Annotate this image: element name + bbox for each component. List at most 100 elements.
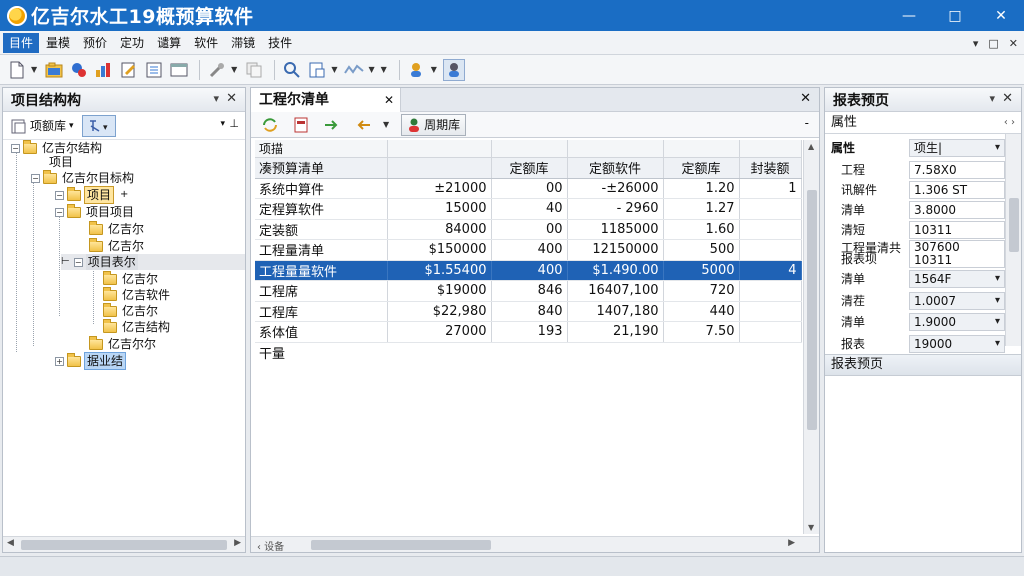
scroll-up-icon[interactable]: ▲: [808, 142, 814, 151]
property-value-field[interactable]: 7.58X0: [909, 161, 1005, 179]
menu-item-3[interactable]: 预价: [77, 33, 113, 53]
scrollbar-thumb[interactable]: [311, 540, 491, 550]
grid-vertical-scrollbar[interactable]: ▲ ▼: [803, 140, 819, 534]
menu-item-8[interactable]: 技件: [262, 33, 298, 53]
property-scrollbar[interactable]: [1005, 134, 1021, 346]
tree-node[interactable]: 亿吉尔: [89, 220, 146, 237]
tree-node[interactable]: 项目: [47, 154, 75, 170]
mdi-dropdown-button[interactable]: ▾: [973, 37, 979, 50]
scroll-left-icon[interactable]: ◀: [7, 538, 14, 548]
settings-person-icon[interactable]: [442, 58, 465, 81]
menu-item-7[interactable]: 滞镜: [225, 33, 261, 53]
property-value-field[interactable]: 3.8000: [909, 201, 1005, 219]
scrollbar-thumb[interactable]: [21, 540, 227, 550]
property-dropdown[interactable]: 19000: [909, 335, 1005, 353]
table-cell[interactable]: [663, 342, 739, 363]
tree-node[interactable]: 亿吉软件: [103, 286, 172, 303]
chart-icon[interactable]: [93, 59, 115, 81]
tree-node[interactable]: − 项目 +: [55, 186, 128, 204]
menu-item-6[interactable]: 软件: [188, 33, 224, 53]
expand-icon[interactable]: +: [55, 356, 64, 366]
table-cell[interactable]: 40: [491, 198, 568, 220]
table-cell[interactable]: 1.20: [663, 178, 740, 199]
close-button[interactable]: ✕: [978, 0, 1024, 31]
refresh-icon[interactable]: [259, 114, 281, 136]
scroll-left-label[interactable]: ‹ 设备: [257, 538, 284, 553]
table-cell[interactable]: 1185000: [567, 219, 664, 240]
tree-node[interactable]: − 项目项目: [55, 203, 136, 220]
arrow-right-icon[interactable]: [321, 114, 343, 136]
left-horizontal-scrollbar[interactable]: ◀ ▶: [3, 536, 245, 552]
table-cell[interactable]: [739, 301, 802, 322]
close-icon[interactable]: ✕: [800, 91, 811, 106]
collapse-icon[interactable]: −: [11, 143, 20, 153]
table-cell[interactable]: [739, 321, 802, 343]
tree-node-selected[interactable]: ⊢ − 项目表尔: [61, 254, 245, 270]
table-cell[interactable]: 1: [739, 178, 802, 199]
link-icon[interactable]: [68, 59, 90, 81]
new-dropdown-icon[interactable]: ▼: [31, 65, 37, 74]
window-icon[interactable]: [168, 59, 190, 81]
table-row[interactable]: 工程量清单 $150000 400 12150000 500: [255, 239, 802, 261]
tab-bill-list[interactable]: 工程尔清单 ✕: [251, 88, 401, 112]
property-value-field[interactable]: 10311: [909, 221, 1005, 239]
table-cell[interactable]: 193: [491, 321, 568, 343]
column-header[interactable]: 定额库: [663, 157, 740, 179]
property-dropdown[interactable]: 1.9000: [909, 313, 1005, 331]
table-row[interactable]: 系体值 27000 193 21,190 7.50: [255, 321, 802, 343]
property-value-field[interactable]: 307600 10311: [909, 240, 1005, 268]
property-dropdown[interactable]: 1.0007: [909, 292, 1005, 310]
arrow-dropdown-icon[interactable]: ▼: [383, 120, 389, 129]
pin-panel-icon[interactable]: ⊥: [229, 117, 239, 130]
table-cell[interactable]: $1.490.00: [567, 260, 664, 281]
collapse-icon[interactable]: −: [55, 190, 64, 200]
pin-icon[interactable]: ▾: [989, 92, 995, 105]
new-document-icon[interactable]: [6, 59, 28, 81]
user-dropdown-icon[interactable]: ▼: [431, 65, 437, 74]
search-icon[interactable]: [281, 59, 303, 81]
table-cell[interactable]: [387, 342, 491, 363]
export-icon[interactable]: [290, 114, 312, 136]
table-row[interactable]: 系统中算件 ±21000 00 -±26000 1.20 1: [255, 178, 802, 199]
grid-horizontal-scrollbar[interactable]: ‹ 设备 ▶: [251, 536, 819, 553]
table-cell[interactable]: 定装额: [255, 219, 388, 240]
tree-node[interactable]: 亿吉尔: [89, 237, 146, 254]
table-cell[interactable]: [739, 239, 802, 261]
period-library-button[interactable]: 周期库: [401, 113, 467, 136]
wave-chart-icon[interactable]: [343, 59, 365, 81]
sort-icon[interactable]: ‹ ›: [1004, 112, 1015, 134]
table-cell[interactable]: $19000: [387, 280, 492, 302]
collapse-icon[interactable]: −: [55, 207, 64, 217]
menu-item-file[interactable]: 目件: [3, 32, 40, 53]
table-cell[interactable]: 工程量量软件: [255, 260, 388, 281]
user-icon[interactable]: [406, 59, 428, 81]
table-row-selected[interactable]: 工程量量软件 $1.55400 400 $1.490.00 5000 4: [255, 260, 802, 281]
table-cell[interactable]: 1.60: [663, 219, 740, 240]
table-cell[interactable]: 00: [491, 178, 568, 199]
table-cell[interactable]: 840: [491, 301, 568, 322]
tab-close-icon[interactable]: ✕: [384, 88, 394, 112]
table-cell[interactable]: 工程库: [255, 301, 388, 322]
tools-dropdown-icon[interactable]: ▼: [231, 65, 237, 74]
table-cell[interactable]: $22,980: [387, 301, 492, 322]
property-dropdown[interactable]: 1564F: [909, 270, 1005, 288]
table-cell[interactable]: 1407,180: [567, 301, 664, 322]
tools-icon[interactable]: [206, 59, 228, 81]
scroll-right-icon[interactable]: ▶: [788, 538, 795, 548]
close-icon[interactable]: ✕: [1002, 91, 1013, 106]
mdi-restore-button[interactable]: □: [988, 37, 998, 50]
table-cell[interactable]: 12150000: [567, 239, 664, 261]
report-icon[interactable]: [143, 59, 165, 81]
table-row[interactable]: 干量: [255, 342, 801, 363]
table-cell[interactable]: [739, 219, 802, 240]
column-header[interactable]: [387, 157, 492, 179]
table-cell[interactable]: 干量: [255, 342, 387, 363]
collapse-icon[interactable]: −: [31, 173, 40, 183]
table-cell[interactable]: $150000: [387, 239, 492, 261]
table-cell[interactable]: [739, 198, 802, 220]
wave-dropdown-icon[interactable]: ▼: [368, 65, 374, 74]
table-cell[interactable]: - 2960: [567, 198, 664, 220]
table-cell[interactable]: 27000: [387, 321, 492, 343]
table-cell[interactable]: 工程量清单: [255, 239, 388, 261]
scroll-right-icon[interactable]: ▶: [234, 538, 241, 548]
